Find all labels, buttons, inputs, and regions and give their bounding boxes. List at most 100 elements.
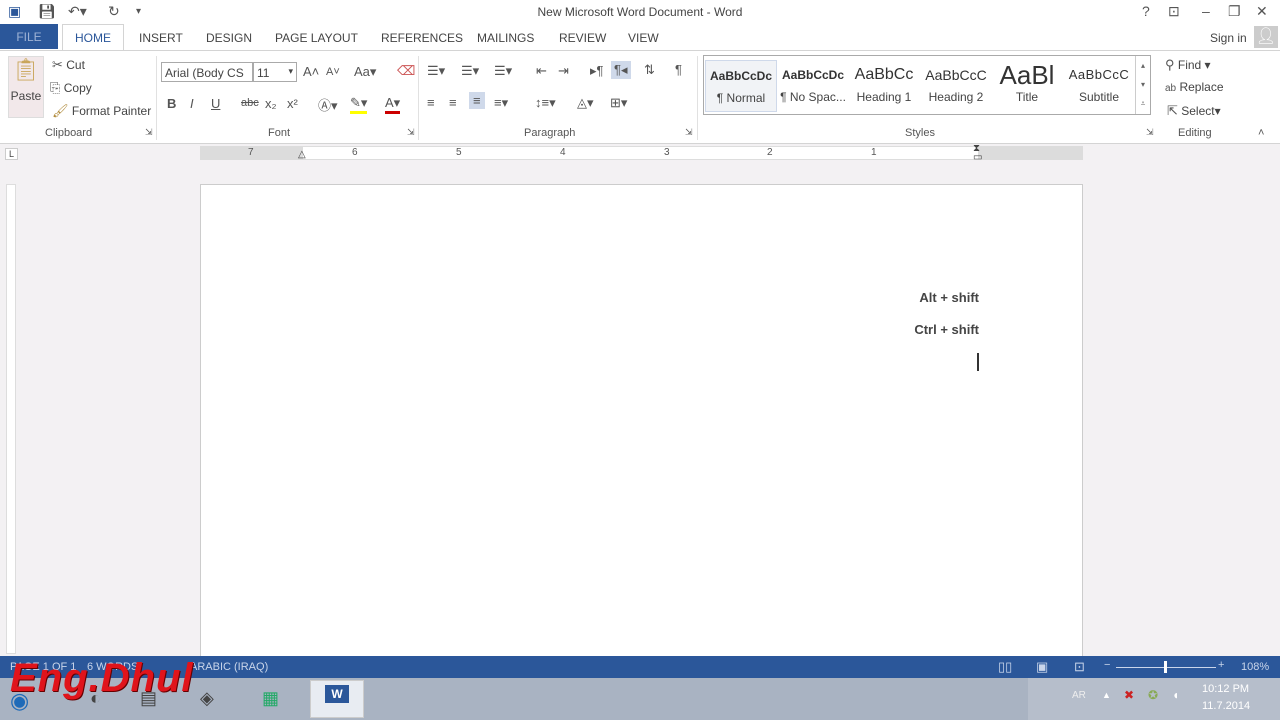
print-layout-icon[interactable]: ▣ — [1036, 659, 1048, 675]
zoom-level[interactable]: 108% — [1241, 661, 1269, 673]
clear-formatting-icon[interactable]: ⌫ — [397, 63, 415, 79]
tray-icon[interactable]: ✪ — [1148, 688, 1158, 702]
shrink-font-icon[interactable]: A˅ — [326, 66, 340, 78]
document-page[interactable]: Alt + shift Ctrl + shift — [200, 184, 1083, 664]
text-effects-icon[interactable]: Ⓐ▾ — [318, 95, 338, 114]
show-formatting-button[interactable]: ¶ — [675, 62, 682, 77]
find-label: Find — [1177, 58, 1202, 72]
font-launcher-icon[interactable]: ⇲ — [407, 127, 415, 138]
font-color-icon[interactable]: A▾ — [385, 95, 401, 114]
replace-button[interactable]: ab Replace — [1165, 80, 1224, 94]
right-indent-marker[interactable]: ⧗ ▭ — [973, 144, 982, 163]
tray-expand-icon[interactable]: ▲ — [1102, 690, 1111, 700]
taskbar-app-icon[interactable]: ▦ — [262, 688, 279, 709]
title-bar: ▣ 💾︎ ↶▾ ↻ ▾ New Microsoft Word Document … — [0, 0, 1280, 24]
language-indicator[interactable]: ARABIC (IRAQ) — [190, 661, 268, 673]
tab-design[interactable]: DESIGN — [206, 31, 252, 45]
align-left-icon[interactable]: ≡ — [427, 95, 435, 110]
network-icon[interactable]: ✖ — [1124, 688, 1134, 702]
format-painter-button[interactable]: 🖌︎ Format Painter — [52, 103, 151, 119]
ltr-icon[interactable]: ▸¶ — [590, 63, 604, 79]
shading-icon[interactable]: ◬▾ — [577, 95, 594, 111]
clock-date[interactable]: 11.7.2014 — [1202, 700, 1250, 712]
decrease-indent-icon[interactable]: ⇤ — [536, 63, 547, 79]
tab-review[interactable]: REVIEW — [559, 31, 606, 45]
change-case-button[interactable]: Aa▾ — [354, 64, 376, 80]
tab-file[interactable]: FILE — [0, 24, 58, 49]
volume-icon[interactable]: ◖ — [1172, 688, 1179, 702]
align-right-icon[interactable]: ≡ — [469, 92, 485, 109]
font-name-input[interactable]: Arial (Body CS — [161, 62, 253, 82]
style-heading-1[interactable]: AaBbCc Heading 1 — [848, 60, 920, 112]
style-normal[interactable]: AaBbCcDc ¶ Normal — [705, 60, 777, 112]
read-mode-icon[interactable]: ▯▯ — [998, 659, 1012, 675]
minimize-icon[interactable]: – — [1202, 3, 1210, 19]
paste-button[interactable]: 📋︎ Paste — [8, 56, 44, 118]
numbering-icon[interactable]: ☰▾ — [461, 63, 479, 79]
ruler-number: 3 — [664, 147, 670, 158]
taskbar-app-icon[interactable]: ◈ — [200, 688, 214, 709]
help-button[interactable]: ? — [1142, 3, 1150, 19]
style-title[interactable]: AaBl Title — [991, 60, 1063, 112]
tab-references[interactable]: REFERENCES — [381, 31, 463, 45]
ribbon-display-icon[interactable]: ⊡ — [1168, 3, 1180, 20]
line-spacing-icon[interactable]: ↕≡▾ — [535, 95, 556, 111]
horizontal-ruler[interactable] — [200, 146, 1083, 160]
select-button[interactable]: ⇱ Select▾ — [1167, 103, 1221, 119]
copy-button[interactable]: ⎘ Copy — [50, 80, 92, 96]
vertical-ruler[interactable] — [6, 184, 16, 654]
underline-button[interactable]: U — [211, 96, 220, 111]
avatar[interactable]: 👤︎ — [1254, 26, 1278, 48]
bold-button[interactable]: B — [167, 96, 176, 111]
style-name: ¶ No Spac... — [780, 90, 846, 104]
increase-indent-icon[interactable]: ⇥ — [558, 63, 569, 79]
sort-icon[interactable]: ⇅ — [644, 62, 655, 78]
tab-home[interactable]: HOME — [62, 24, 124, 51]
tab-view[interactable]: VIEW — [628, 31, 659, 45]
borders-icon[interactable]: ⊞▾ — [610, 95, 627, 111]
align-center-icon[interactable]: ≡ — [449, 95, 457, 110]
justify-icon[interactable]: ≡▾ — [494, 95, 508, 111]
left-indent-marker[interactable]: △ — [298, 149, 306, 160]
superscript-button[interactable]: x² — [287, 96, 298, 111]
restore-icon[interactable]: ❐ — [1228, 3, 1241, 20]
style-preview: AaBbCc — [854, 66, 914, 83]
style-no-spacing[interactable]: AaBbCcDc ¶ No Spac... — [777, 60, 849, 112]
taskbar-word-button[interactable]: W — [310, 680, 364, 718]
styles-launcher-icon[interactable]: ⇲ — [1146, 127, 1154, 138]
scroll-down-icon[interactable]: ▾ — [1136, 75, 1150, 94]
web-layout-icon[interactable]: ⊡ — [1074, 659, 1085, 675]
font-size-input[interactable]: 11 ▾ — [253, 62, 297, 82]
style-heading-2[interactable]: AaBbCcC Heading 2 — [920, 60, 992, 112]
multilevel-list-icon[interactable]: ☰▾ — [494, 63, 512, 79]
tab-selector[interactable]: L — [5, 148, 18, 160]
tab-insert[interactable]: INSERT — [139, 31, 183, 45]
find-button[interactable]: ⚲ Find ▾ — [1165, 57, 1211, 73]
tab-page-layout[interactable]: PAGE LAYOUT — [275, 31, 358, 45]
close-icon[interactable]: ✕ — [1256, 3, 1268, 20]
styles-scrollbar[interactable]: ▴ ▾ ⩡ — [1135, 56, 1150, 114]
brush-icon: 🖌︎ — [52, 103, 69, 118]
italic-button[interactable]: I — [190, 96, 194, 111]
collapse-ribbon-icon[interactable]: ˄ — [1258, 127, 1264, 139]
clock-time[interactable]: 10:12 PM — [1202, 683, 1249, 695]
zoom-slider-thumb[interactable] — [1164, 661, 1167, 673]
scroll-up-icon[interactable]: ▴ — [1136, 56, 1150, 75]
more-styles-icon[interactable]: ⩡ — [1136, 94, 1150, 113]
bullets-icon[interactable]: ☰▾ — [427, 63, 445, 79]
cut-button[interactable]: ✂ Cut — [52, 57, 85, 73]
subscript-button[interactable]: x₂ — [265, 96, 277, 111]
paragraph-launcher-icon[interactable]: ⇲ — [685, 127, 693, 138]
zoom-in-icon[interactable]: + — [1218, 659, 1224, 671]
input-language[interactable]: AR — [1072, 690, 1086, 701]
zoom-out-icon[interactable]: − — [1104, 659, 1110, 671]
rtl-icon[interactable]: ¶◂ — [611, 61, 631, 79]
style-name: Subtitle — [1078, 90, 1120, 104]
tab-mailings[interactable]: MAILINGS — [477, 31, 534, 45]
style-subtitle[interactable]: AaBbCcC Subtitle — [1063, 60, 1135, 112]
grow-font-icon[interactable]: A˄ — [303, 64, 319, 79]
clipboard-launcher-icon[interactable]: ⇲ — [145, 127, 153, 138]
highlight-icon[interactable]: ✎▾ — [350, 95, 368, 114]
sign-in-link[interactable]: Sign in — [1210, 31, 1247, 45]
strikethrough-button[interactable]: abc — [241, 97, 259, 109]
